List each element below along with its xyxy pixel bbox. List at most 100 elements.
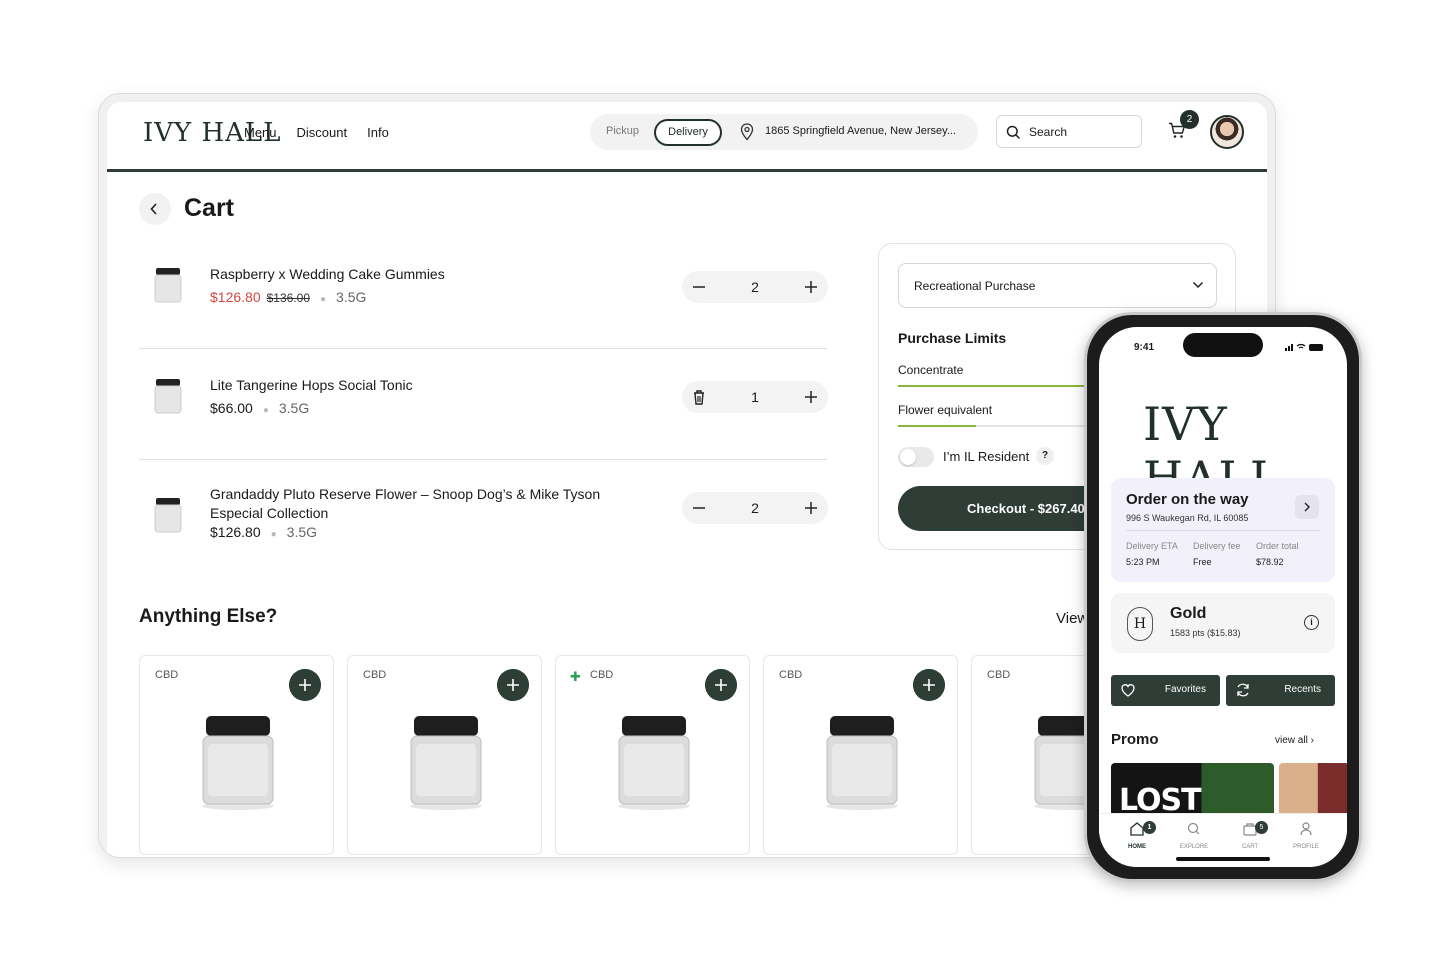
- fulfillment-mode-bar: Pickup Delivery 1865 Springfield Avenue,…: [590, 114, 978, 150]
- help-icon[interactable]: ?: [1036, 447, 1054, 465]
- fee-label: Delivery fee: [1193, 541, 1241, 551]
- cart-badge: 5: [1255, 821, 1268, 834]
- favorites-label: Favorites: [1164, 684, 1206, 695]
- product-jar-thumbnail: [154, 379, 182, 414]
- quantity-stepper: 2: [682, 492, 828, 524]
- divider: [1126, 530, 1320, 531]
- cart-item: Grandaddy Pluto Reserve Flower – Snoop D…: [139, 486, 828, 557]
- category-tag: CBD: [590, 669, 614, 681]
- cart-item: Lite Tangerine Hops Social Tonic $66.00 ●…: [139, 376, 828, 438]
- nav-menu[interactable]: Menu: [244, 125, 277, 140]
- limit-label-flower: Flower equivalent: [898, 403, 993, 417]
- fee-value: Free: [1193, 557, 1212, 567]
- divider: [139, 348, 827, 349]
- tab-home[interactable]: HOME 1: [1114, 821, 1160, 850]
- product-card[interactable]: CBD: [347, 655, 542, 855]
- pickup-option[interactable]: Pickup: [606, 125, 639, 137]
- phone-screen: 9:41 IVY HALL Order on the way 996 S Wau…: [1099, 327, 1347, 867]
- order-details-button[interactable]: [1295, 495, 1319, 519]
- limit-label-concentrate: Concentrate: [898, 363, 964, 377]
- divider: [139, 459, 827, 460]
- search-input[interactable]: Search: [1029, 125, 1067, 139]
- recents-button[interactable]: Recents: [1226, 675, 1335, 706]
- search-icon: [1006, 125, 1021, 140]
- product-card[interactable]: ✚ CBD: [555, 655, 750, 855]
- item-name[interactable]: Grandaddy Pluto Reserve Flower – Snoop D…: [210, 485, 650, 523]
- favorites-button[interactable]: Favorites: [1111, 675, 1220, 706]
- add-to-cart-button[interactable]: [289, 669, 321, 701]
- tab-cart-label: CART: [1241, 844, 1259, 850]
- tab-profile[interactable]: PROFILE: [1283, 822, 1329, 850]
- refresh-icon: [1237, 683, 1249, 697]
- medical-cross-icon: ✚: [570, 669, 581, 684]
- main-nav: Menu Discount Info: [244, 125, 389, 140]
- nav-info[interactable]: Info: [367, 125, 389, 140]
- product-jar-thumbnail: [154, 498, 182, 533]
- loyalty-emblem-icon: H: [1127, 607, 1153, 641]
- resident-toggle[interactable]: [898, 447, 934, 467]
- item-name[interactable]: Lite Tangerine Hops Social Tonic: [210, 376, 413, 395]
- suggestions-title: Anything Else?: [139, 606, 278, 627]
- toggle-knob: [900, 449, 916, 465]
- top-navigation: IVY HALL Menu Discount Info Pickup Deliv…: [107, 102, 1267, 172]
- loyalty-points: 1583 pts ($15.83): [1170, 628, 1241, 638]
- search-box[interactable]: Search: [996, 115, 1142, 148]
- quantity-value: 2: [751, 500, 759, 516]
- delivery-option[interactable]: Delivery: [654, 119, 722, 146]
- resident-label: I’m IL Resident: [943, 449, 1030, 464]
- purchase-type-select[interactable]: Recreational Purchase: [898, 263, 1217, 308]
- trash-icon[interactable]: [690, 388, 708, 406]
- increase-quantity-button[interactable]: [802, 388, 820, 406]
- quantity-value: 1: [751, 389, 759, 405]
- delivery-address[interactable]: 1865 Springfield Avenue, New Jersey...: [765, 125, 956, 137]
- info-icon[interactable]: i: [1304, 615, 1319, 630]
- increase-quantity-button[interactable]: [802, 499, 820, 517]
- decrease-quantity-button[interactable]: [690, 278, 708, 296]
- increase-quantity-button[interactable]: [802, 278, 820, 296]
- product-jar-image: [618, 716, 690, 810]
- add-to-cart-button[interactable]: [497, 669, 529, 701]
- loyalty-tier: Gold: [1170, 605, 1207, 622]
- tab-explore-label: EXPLORE: [1179, 844, 1209, 850]
- loyalty-card[interactable]: H Gold 1583 pts ($15.83) i: [1111, 593, 1335, 653]
- item-price-line: $126.80 ● 3.5G: [210, 524, 317, 540]
- item-price-line: $66.00 ● 3.5G: [210, 400, 309, 416]
- item-weight: 3.5G: [278, 400, 310, 416]
- order-status-card[interactable]: Order on the way 996 S Waukegan Rd, IL 6…: [1111, 478, 1335, 582]
- limit-fill: [898, 425, 976, 427]
- decrease-quantity-button[interactable]: [690, 499, 708, 517]
- category-tag: CBD: [779, 669, 803, 681]
- promo-view-all-link[interactable]: view all ›: [1275, 735, 1314, 746]
- back-button[interactable]: [139, 193, 171, 225]
- home-badge: 1: [1143, 821, 1156, 834]
- add-to-cart-button[interactable]: [705, 669, 737, 701]
- nav-discount[interactable]: Discount: [297, 125, 348, 140]
- page-title: Cart: [184, 194, 235, 222]
- search-icon: [1187, 822, 1200, 835]
- location-pin-icon: [740, 123, 754, 141]
- add-to-cart-button[interactable]: [913, 669, 945, 701]
- quantity-stepper: 2: [682, 271, 828, 303]
- separator-dot: ●: [262, 405, 269, 416]
- item-name[interactable]: Raspberry x Wedding Cake Gummies: [210, 265, 445, 284]
- home-indicator: [1176, 857, 1270, 861]
- product-card[interactable]: CBD: [139, 655, 334, 855]
- cart-count-badge: 2: [1180, 110, 1199, 129]
- avatar[interactable]: [1210, 115, 1244, 149]
- tab-cart[interactable]: CART 5: [1227, 821, 1273, 850]
- recents-label: Recents: [1284, 684, 1321, 695]
- limit-fill: [898, 385, 1084, 387]
- category-tag: CBD: [363, 669, 387, 681]
- order-title: Order on the way: [1126, 491, 1249, 508]
- separator-dot: ●: [320, 294, 327, 305]
- product-card[interactable]: CBD: [763, 655, 958, 855]
- chevron-right-icon: [1304, 502, 1310, 512]
- tab-home-label: HOME: [1128, 844, 1146, 850]
- item-price-line: $126.80 $136.00 ● 3.5G: [210, 289, 366, 305]
- dynamic-island: [1183, 333, 1263, 357]
- item-sale-price: $126.80: [210, 289, 261, 305]
- product-jar-image: [202, 716, 274, 810]
- tab-profile-label: PROFILE: [1293, 844, 1319, 850]
- tab-explore[interactable]: EXPLORE: [1171, 822, 1217, 850]
- category-tag: CBD: [987, 669, 1011, 681]
